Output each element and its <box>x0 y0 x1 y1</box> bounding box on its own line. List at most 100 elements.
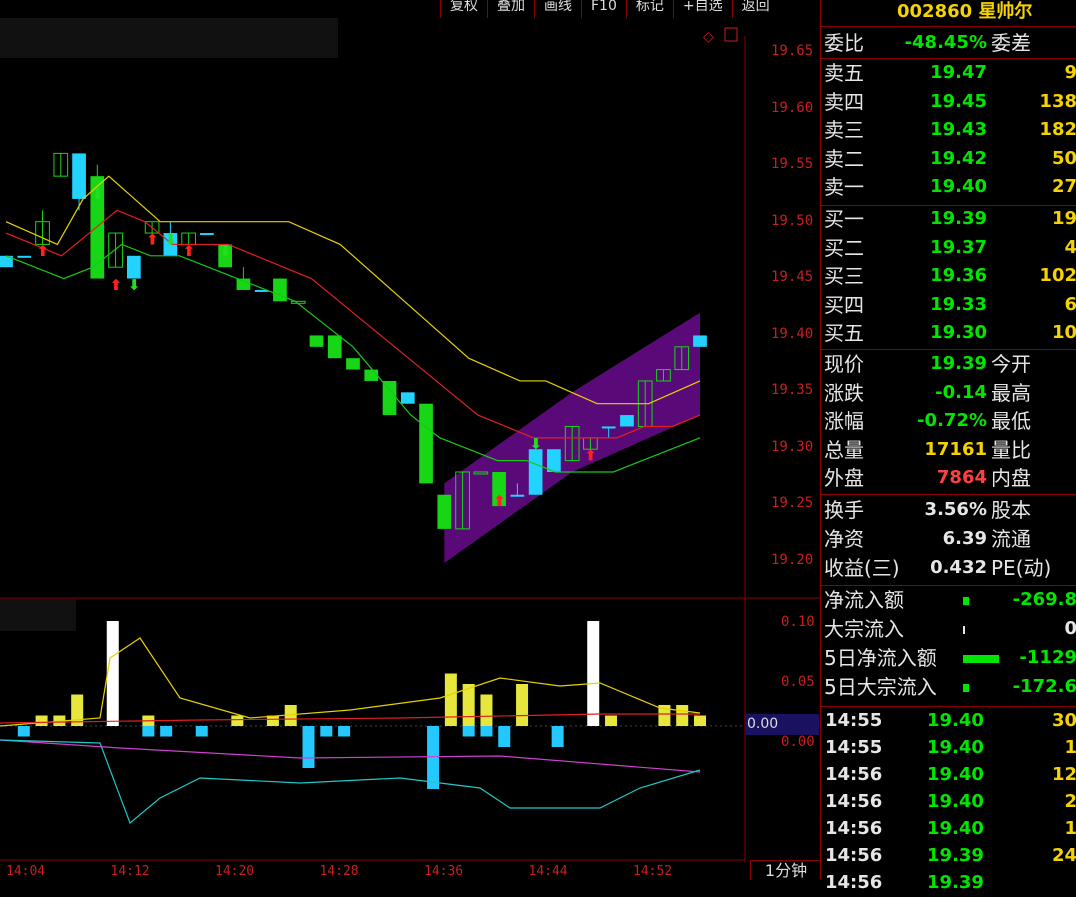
webi-value: -48.45% <box>904 32 987 53</box>
tick-volume: 12 <box>1051 764 1076 785</box>
fund-flow-row: 净流入额 -269.8 <box>821 587 1076 615</box>
sell-arrow-icon: ⬇ <box>219 242 232 260</box>
candle-body <box>17 255 32 258</box>
fund-flow-row: 5日净流入额 -1129 <box>821 645 1076 673</box>
indicator-neg-bar <box>195 726 208 737</box>
sell-arrow-icon: ⬇ <box>91 185 104 203</box>
sell-arrow-icon: ⬇ <box>128 276 141 294</box>
diamond-icon[interactable]: ◇ <box>703 29 714 45</box>
candle-body <box>309 335 324 347</box>
stat-label2: 最高 <box>991 380 1031 405</box>
indicator-bar <box>694 715 706 726</box>
buy-arrow-icon: ⬆ <box>493 492 506 510</box>
fundamental-label2: PE(动) <box>991 556 1052 580</box>
kline-chart[interactable]: ⬆ ⬇ ⬆ ⬇ ⬆ ⬇ ⬆ ⬇ ⬆ ⬇ ⬆ ◇ <box>0 18 820 879</box>
indicator-neg-bar <box>338 726 351 737</box>
tick-volume: 2 <box>1064 791 1076 812</box>
fundamental-value: 0.432 <box>930 557 987 578</box>
chart-toolbar: 复权 叠加 画线 F10 标记 +自选 返回 <box>440 0 820 18</box>
time-tick-label: 14:44 <box>528 864 568 879</box>
fundamental-label: 换手 <box>824 498 864 522</box>
bid-level-volume: 4 <box>1064 236 1076 258</box>
indicator-neg-bar <box>480 726 493 737</box>
draw-line-button[interactable]: 画线 <box>534 0 581 18</box>
indicator-neg-bar <box>17 726 30 737</box>
stat-label2: 今开 <box>991 352 1031 376</box>
candle-body <box>528 449 543 495</box>
fundamental-label2: 股本 <box>991 498 1031 522</box>
f10-button[interactable]: F10 <box>581 0 626 18</box>
bid-level-volume: 6 <box>1064 293 1076 315</box>
bid-level-row: 买五 19.30 10 <box>821 320 1076 348</box>
bid-level-label: 买五 <box>824 321 864 346</box>
price-tick-label: 19.60 <box>771 99 814 116</box>
indicator-neg-bar <box>160 726 173 737</box>
fund-flow-value: -269.8 <box>1012 589 1076 610</box>
candle-body <box>510 494 525 497</box>
indicator-neg-bar <box>462 726 475 737</box>
candle-body <box>400 392 415 404</box>
ask-level-volume: 50 <box>1051 147 1076 169</box>
bid-level-value: 19.33 <box>930 293 987 315</box>
indicator-bar <box>605 715 618 726</box>
indicator-current-value: 0.00 <box>745 714 819 735</box>
bid-level-label: 买四 <box>824 292 864 317</box>
period-selector[interactable]: 1分钟 <box>750 860 821 880</box>
stat-value: 19.39 <box>930 353 987 374</box>
ask-level-volume: 182 <box>1039 119 1076 141</box>
fund-flow-row: 5日大宗流入 -172.6 <box>821 674 1076 702</box>
back-button[interactable]: 返回 <box>731 0 779 18</box>
sell-arrow-icon: ⬇ <box>530 435 543 453</box>
fund-flow-value: -172.6 <box>1012 676 1076 697</box>
indicator-tick-label: 0.05 <box>781 674 815 690</box>
tick-volume: 24 <box>1051 845 1076 866</box>
indicator-bar <box>676 705 689 726</box>
tick-row: 14:56 19.40 1 <box>821 816 1076 843</box>
bid-level-row: 买三 19.36 102 <box>821 263 1076 291</box>
candle-body <box>382 380 397 416</box>
mark-button[interactable]: 标记 <box>625 0 673 18</box>
tick-row: 14:56 19.39 <box>821 870 1076 897</box>
fund-flow-value: 0 <box>1064 618 1076 639</box>
stat-row: 外盘 7864 内盘 <box>821 465 1076 493</box>
bid-level-volume: 102 <box>1039 265 1076 287</box>
tick-time: 14:55 <box>825 710 883 731</box>
bid-level-volume: 10 <box>1051 322 1076 344</box>
fund-flow-label: 净流入额 <box>824 588 904 612</box>
sell-arrow-icon: ⬇ <box>164 230 177 248</box>
candle-body <box>236 278 251 290</box>
indicator-neg-bar <box>427 726 440 789</box>
window-icon[interactable] <box>724 27 738 42</box>
bid-level-row: 买二 19.37 4 <box>821 235 1076 263</box>
stat-row: 现价 19.39 今开 <box>821 351 1076 379</box>
ask-level-volume: 27 <box>1051 176 1076 198</box>
ask-level-value: 19.47 <box>930 62 987 83</box>
tick-time: 14:56 <box>825 845 883 866</box>
ask-level-row: 卖二 19.42 50 <box>821 146 1076 174</box>
webi-label: 委比 <box>824 31 864 55</box>
ask-level-label: 卖一 <box>824 175 864 200</box>
price-tick-label: 19.40 <box>771 325 814 342</box>
stat-label: 涨跌 <box>824 380 864 405</box>
bid-level-label: 买三 <box>824 264 864 289</box>
overlay-button[interactable]: 叠加 <box>487 0 534 18</box>
candle-body <box>547 449 561 472</box>
price-tick-label: 19.55 <box>771 156 814 172</box>
ask-level-label: 卖三 <box>824 118 864 143</box>
ask-level-label: 卖五 <box>824 61 864 85</box>
candle-body <box>364 369 379 381</box>
restore-rights-button[interactable]: 复权 <box>440 0 487 18</box>
fund-flow-bar <box>963 597 969 605</box>
tick-price: 19.40 <box>927 818 984 839</box>
indicator-bar <box>106 621 119 726</box>
ask-level-label: 卖四 <box>824 89 864 114</box>
stat-value: -0.14 <box>935 381 987 403</box>
indicator-neg-bar <box>498 726 511 747</box>
stat-value: -0.72% <box>917 410 987 432</box>
ask-level-volume: 9 <box>1064 62 1076 83</box>
ask-level-label: 卖二 <box>824 146 864 171</box>
add-watchlist-button[interactable]: +自选 <box>672 0 732 18</box>
webi-row: 委比 -48.45% 委差 <box>821 30 1076 58</box>
price-tick-label: 19.25 <box>771 495 814 511</box>
ask-level-value: 19.43 <box>930 119 987 141</box>
